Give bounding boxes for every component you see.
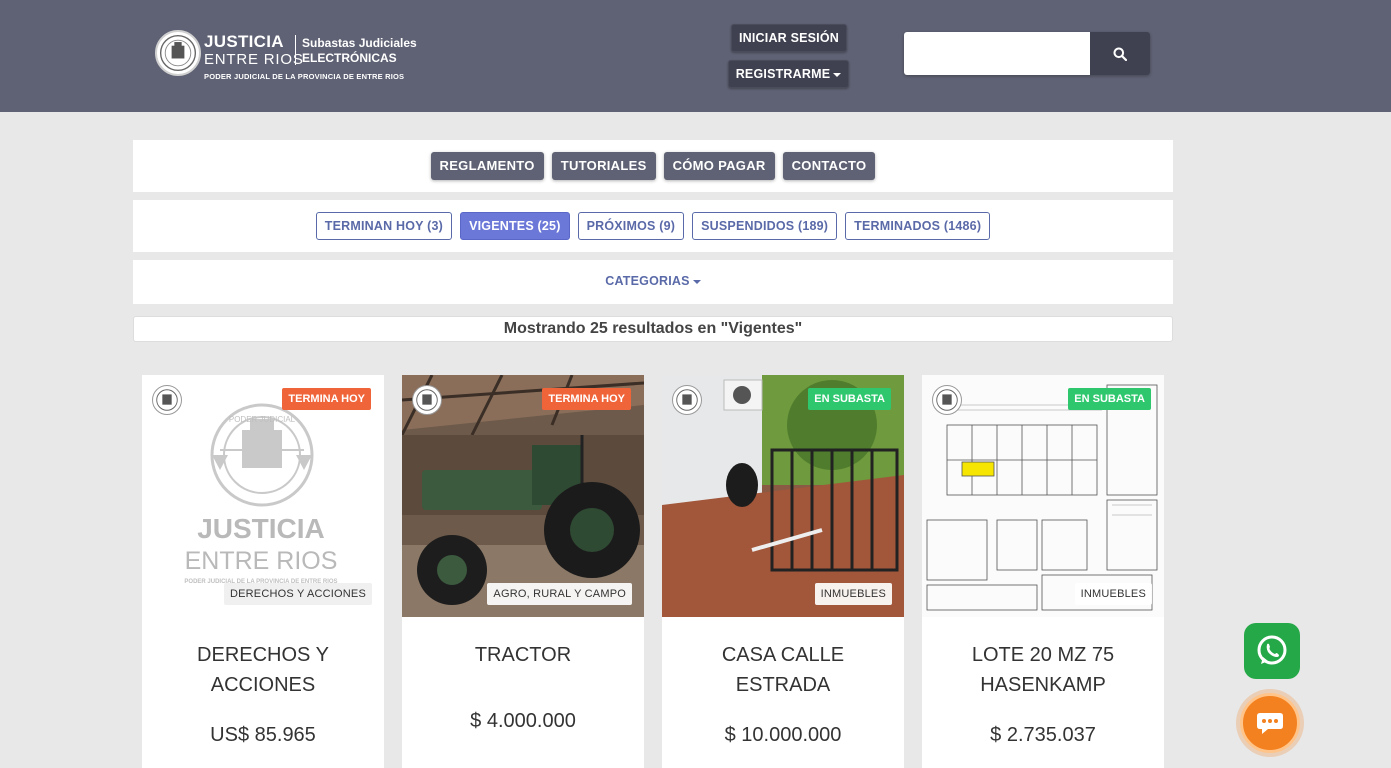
card-price: $ 2.735.037 [990,724,1096,746]
search-button[interactable] [1090,32,1150,75]
seal-icon [412,385,442,415]
card-image: PODER JUDICIAL JUSTICIA ENTRE RIOS PODER… [142,375,384,617]
login-button[interactable]: INICIAR SESIÓN [731,24,847,52]
logo-footer-text: PODER JUDICIAL DE LA PROVINCIA DE ENTRE … [204,72,405,81]
status-badge: TERMINA HOY [282,388,371,410]
filter-vigentes[interactable]: VIGENTES (25) [460,212,570,240]
auction-card[interactable]: EN SUBASTA INMUEBLES CASA CALLE ESTRADA … [662,375,904,768]
nav-contacto[interactable]: CONTACTO [782,152,876,180]
nav-panel: REGLAMENTO TUTORIALES CÓMO PAGAR CONTACT… [133,140,1173,192]
placeholder-line2: ENTRE RIOS [185,547,338,575]
category-tag: INMUEBLES [814,583,892,605]
main-nav: REGLAMENTO TUTORIALES CÓMO PAGAR CONTACT… [133,152,1173,180]
card-price: $ 4.000.000 [470,710,576,732]
chat-button[interactable] [1240,693,1300,753]
auction-card[interactable]: TERMINA HOY AGRO, RURAL Y CAMPO TRACTOR … [402,375,644,768]
placeholder-line1: JUSTICIA [197,513,325,544]
logo-title: JUSTICIA [204,32,284,51]
status-badge: TERMINA HOY [542,388,631,410]
login-label: INICIAR SESIÓN [738,31,840,45]
auction-card[interactable]: EN SUBASTA INMUEBLES LOTE 20 MZ 75 HASEN… [922,375,1164,768]
filter-terminan-hoy[interactable]: TERMINAN HOY (3) [315,212,453,240]
whatsapp-button[interactable] [1244,623,1300,679]
logo-subtitle: ENTRE RIOS [204,51,304,68]
register-label: REGISTRARME [735,67,831,81]
filter-terminados[interactable]: TERMINADOS (1486) [845,212,991,240]
search-icon [1113,47,1127,61]
nav-reglamento[interactable]: REGLAMENTO [430,152,544,180]
chat-bubble-icon [1257,713,1283,734]
results-count: Mostrando 25 resultados en "Vigentes" [133,316,1173,342]
search-input[interactable] [904,32,1090,75]
whatsapp-icon [1257,635,1287,665]
nav-como-pagar[interactable]: CÓMO PAGAR [663,152,775,180]
nav-tutoriales[interactable]: TUTORIALES [551,152,656,180]
card-image: EN SUBASTA INMUEBLES [662,375,904,617]
card-price: $ 10.000.000 [724,724,842,746]
site-header: JUSTICIA ENTRE RIOS Subastas Judiciales … [0,0,1391,112]
search-box [904,32,1150,75]
logo-divider [295,35,296,65]
card-title[interactable]: TRACTOR [402,640,644,670]
site-logo[interactable]: JUSTICIA ENTRE RIOS Subastas Judiciales … [155,30,425,84]
seal-icon [155,30,201,76]
placeholder-arc-text: PODER JUDICIAL [229,415,296,424]
card-title[interactable]: CASA CALLE ESTRADA [662,640,904,700]
seal-icon [672,385,702,415]
caret-down-icon [833,72,842,77]
card-title[interactable]: DERECHOS Y ACCIONES [142,640,384,700]
seal-icon [152,385,182,415]
card-title[interactable]: LOTE 20 MZ 75 HASENKAMP [922,640,1164,700]
category-tag: DERECHOS Y ACCIONES [223,583,372,605]
logo-sub-line2: ELECTRÓNICAS [302,51,397,65]
register-dropdown-button[interactable]: REGISTRARME [728,60,849,88]
caret-down-icon [692,279,701,284]
seal-icon [932,385,962,415]
categories-label: CATEGORIAS [605,274,690,288]
filter-proximos[interactable]: PRÓXIMOS (9) [577,212,685,240]
category-tag: INMUEBLES [1074,583,1152,605]
card-image: EN SUBASTA INMUEBLES [922,375,1164,617]
filter-suspendidos[interactable]: SUSPENDIDOS (189) [692,212,838,240]
categories-dropdown[interactable]: CATEGORIAS [133,274,1173,288]
card-price: US$ 85.965 [210,724,316,746]
status-filters: TERMINAN HOY (3) VIGENTES (25) PRÓXIMOS … [133,212,1173,240]
card-image: TERMINA HOY AGRO, RURAL Y CAMPO [402,375,644,617]
logo-sub-line1: Subastas Judiciales [302,36,417,50]
status-badge: EN SUBASTA [1068,388,1151,410]
status-badge: EN SUBASTA [808,388,891,410]
category-tag: AGRO, RURAL Y CAMPO [487,583,632,605]
auction-card[interactable]: PODER JUDICIAL JUSTICIA ENTRE RIOS PODER… [142,375,384,768]
filter-panel: TERMINAN HOY (3) VIGENTES (25) PRÓXIMOS … [133,200,1173,252]
categories-panel: CATEGORIAS [133,260,1173,304]
